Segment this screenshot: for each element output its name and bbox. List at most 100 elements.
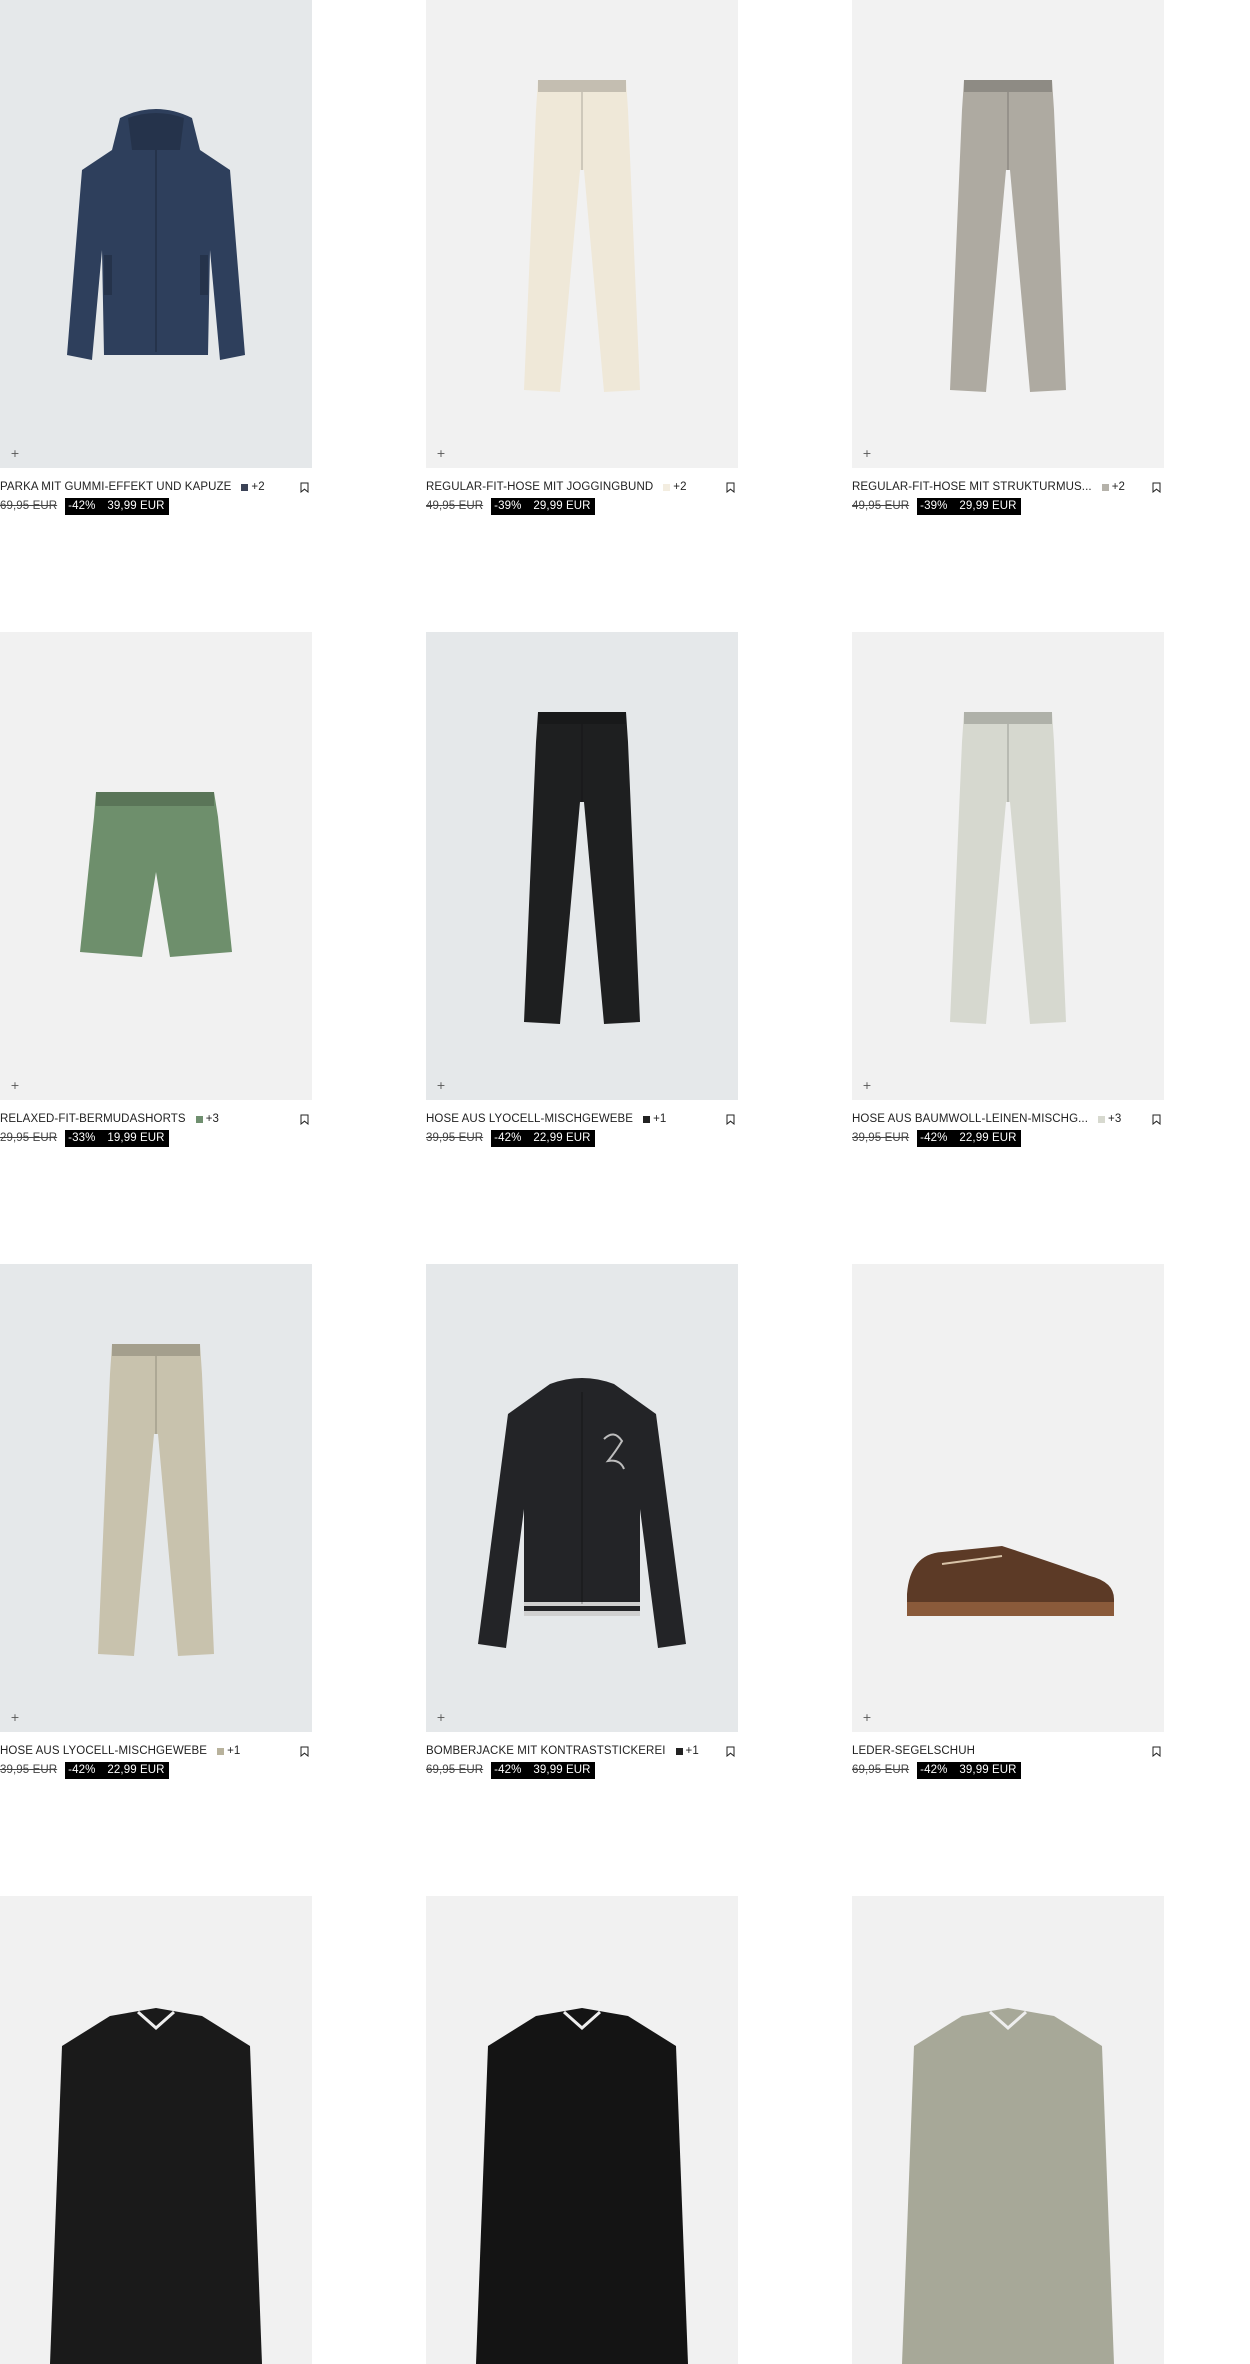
color-swatch[interactable] [241, 483, 249, 491]
more-colors-count: +2 [1111, 481, 1126, 493]
bookmark-icon[interactable] [1152, 1114, 1161, 1125]
price-row: 29,95 EUR -33% 19,99 EUR [0, 1129, 169, 1147]
product-image[interactable]: + [852, 632, 1164, 1100]
product-image[interactable]: + [426, 1264, 738, 1732]
product-card[interactable]: + LEDER-SEGELSCHUH 69,95 EUR -42% 39,99 EUR [852, 1264, 1164, 1779]
sale-price: 22,99 EUR [107, 1763, 165, 1776]
product-image[interactable] [852, 1896, 1164, 2364]
discount-badge: -42% [920, 1131, 948, 1144]
bookmark-icon[interactable] [726, 1746, 735, 1757]
product-image[interactable]: + [426, 632, 738, 1100]
discount-badge: -39% [494, 499, 522, 512]
sale-price-tag: -42% 39,99 EUR [65, 497, 169, 515]
bookmark-icon[interactable] [1152, 482, 1161, 493]
product-title-row: LEDER-SEGELSCHUH [852, 1744, 1164, 1758]
plus-icon[interactable]: + [9, 448, 21, 460]
product-name[interactable]: HOSE AUS BAUMWOLL-LEINEN-MISCHG... [852, 1113, 1088, 1125]
product-info: HOSE AUS BAUMWOLL-LEINEN-MISCHG... +3 39,9… [852, 1100, 1164, 1147]
bookmark-icon[interactable] [726, 1114, 735, 1125]
trousers-image [524, 80, 640, 392]
original-price: 69,95 EUR [852, 1764, 910, 1776]
product-image[interactable]: + [852, 1264, 1164, 1732]
more-colors-count: +3 [205, 1113, 219, 1125]
product-name[interactable]: HOSE AUS LYOCELL-MISCHGEWEBE [0, 1745, 207, 1757]
price-row: 39,95 EUR -42% 22,99 EUR [0, 1761, 169, 1779]
product-title-row: HOSE AUS LYOCELL-MISCHGEWEBE +1 [0, 1744, 312, 1758]
product-name[interactable]: PARKA MIT GUMMI-EFFEKT UND KAPUZE [0, 481, 231, 493]
color-swatch[interactable] [663, 483, 671, 491]
product-card[interactable]: + REGULAR-FIT-HOSE MIT STRUKTURMUS... +2 49… [852, 0, 1164, 515]
bookmark-icon[interactable] [300, 482, 309, 493]
product-name[interactable]: REGULAR-FIT-HOSE MIT JOGGINGBUND [426, 481, 653, 493]
product-card[interactable]: + RELAXED-FIT-BERMUDASHORTS +3 29,95 EUR -33… [0, 632, 312, 1147]
product-image[interactable]: + [0, 632, 312, 1100]
product-card[interactable] [426, 1896, 738, 2364]
plus-icon[interactable]: + [9, 1712, 21, 1724]
sale-price-tag: -42% 22,99 EUR [491, 1129, 595, 1147]
product-image[interactable] [0, 1896, 312, 2364]
bookmark-icon[interactable] [1152, 1746, 1161, 1757]
product-image[interactable] [426, 1896, 738, 2364]
price-row: 49,95 EUR -39% 29,99 EUR [852, 497, 1021, 515]
product-image[interactable]: + [852, 0, 1164, 468]
product-card[interactable] [0, 1896, 312, 2364]
sale-price: 39,99 EUR [107, 499, 165, 512]
bookmark-icon[interactable] [726, 482, 735, 493]
color-swatch[interactable] [195, 1115, 203, 1123]
sale-price-tag: -42% 22,99 EUR [917, 1129, 1021, 1147]
overshirt-image [902, 2008, 1114, 2364]
product-image[interactable]: + [0, 0, 312, 468]
more-colors-count: +3 [1108, 1113, 1122, 1125]
sale-price-tag: -42% 39,99 EUR [491, 1761, 595, 1779]
more-colors-count: +1 [653, 1113, 667, 1125]
product-card[interactable]: + REGULAR-FIT-HOSE MIT JOGGINGBUND +2 49,95… [426, 0, 738, 515]
product-card[interactable]: + BOMBERJACKE MIT KONTRASTSTICKEREI +1 69,9… [426, 1264, 738, 1779]
color-swatch[interactable] [675, 1747, 683, 1755]
product-card[interactable]: + HOSE AUS LYOCELL-MISCHGEWEBE +1 39,95 EUR… [426, 632, 738, 1147]
plus-icon[interactable]: + [861, 448, 873, 460]
product-image[interactable]: + [0, 1264, 312, 1732]
original-price: 39,95 EUR [426, 1132, 484, 1144]
product-grid: + PARKA MIT GUMMI-EFFEKT UND KAPUZE +2 69,9… [0, 0, 1250, 2364]
product-card[interactable]: + PARKA MIT GUMMI-EFFEKT UND KAPUZE +2 69,9… [0, 0, 312, 515]
bookmark-icon[interactable] [300, 1746, 309, 1757]
more-colors-count: +2 [673, 481, 687, 493]
bookmark-icon[interactable] [300, 1114, 309, 1125]
product-name[interactable]: BOMBERJACKE MIT KONTRASTSTICKEREI [426, 1745, 666, 1757]
product-name[interactable]: REGULAR-FIT-HOSE MIT STRUKTURMUS... [852, 481, 1092, 493]
product-card[interactable] [852, 1896, 1164, 2364]
product-title-row: PARKA MIT GUMMI-EFFEKT UND KAPUZE +2 [0, 480, 312, 494]
plus-icon[interactable]: + [435, 1712, 447, 1724]
sale-price: 22,99 EUR [959, 1131, 1017, 1144]
product-info: REGULAR-FIT-HOSE MIT STRUKTURMUS... +2 49,… [852, 468, 1164, 515]
price-row: 39,95 EUR -42% 22,99 EUR [426, 1129, 595, 1147]
color-swatch[interactable] [643, 1115, 651, 1123]
plus-icon[interactable]: + [861, 1712, 873, 1724]
product-name[interactable]: LEDER-SEGELSCHUH [852, 1745, 975, 1757]
sale-price-tag: -42% 39,99 EUR [917, 1761, 1021, 1779]
product-card[interactable]: + HOSE AUS LYOCELL-MISCHGEWEBE +1 39,95 EUR… [0, 1264, 312, 1779]
color-swatch[interactable] [1101, 483, 1109, 491]
product-image[interactable]: + [426, 0, 738, 468]
sale-price-tag: -33% 19,99 EUR [65, 1129, 169, 1147]
plus-icon[interactable]: + [9, 1080, 21, 1092]
product-title-row: RELAXED-FIT-BERMUDASHORTS +3 [0, 1112, 312, 1126]
color-swatch[interactable] [1098, 1115, 1105, 1123]
product-card[interactable]: + HOSE AUS BAUMWOLL-LEINEN-MISCHG... +3 39,… [852, 632, 1164, 1147]
product-info: RELAXED-FIT-BERMUDASHORTS +3 29,95 EUR -33%… [0, 1100, 312, 1147]
original-price: 49,95 EUR [426, 500, 484, 512]
boat-shoe-image [907, 1546, 1114, 1616]
plus-icon[interactable]: + [435, 448, 447, 460]
discount-badge: -39% [920, 499, 948, 512]
sale-price: 39,99 EUR [959, 1763, 1017, 1776]
product-info: BOMBERJACKE MIT KONTRASTSTICKEREI +1 69,95… [426, 1732, 738, 1779]
discount-badge: -33% [68, 1131, 96, 1144]
product-title-row: HOSE AUS BAUMWOLL-LEINEN-MISCHG... +3 [852, 1112, 1164, 1126]
plus-icon[interactable]: + [435, 1080, 447, 1092]
product-name[interactable]: RELAXED-FIT-BERMUDASHORTS [0, 1113, 186, 1125]
sale-price-tag: -39% 29,99 EUR [491, 497, 595, 515]
price-row: 39,95 EUR -42% 22,99 EUR [852, 1129, 1021, 1147]
product-name[interactable]: HOSE AUS LYOCELL-MISCHGEWEBE [426, 1113, 633, 1125]
color-swatch[interactable] [217, 1747, 225, 1755]
plus-icon[interactable]: + [861, 1080, 873, 1092]
